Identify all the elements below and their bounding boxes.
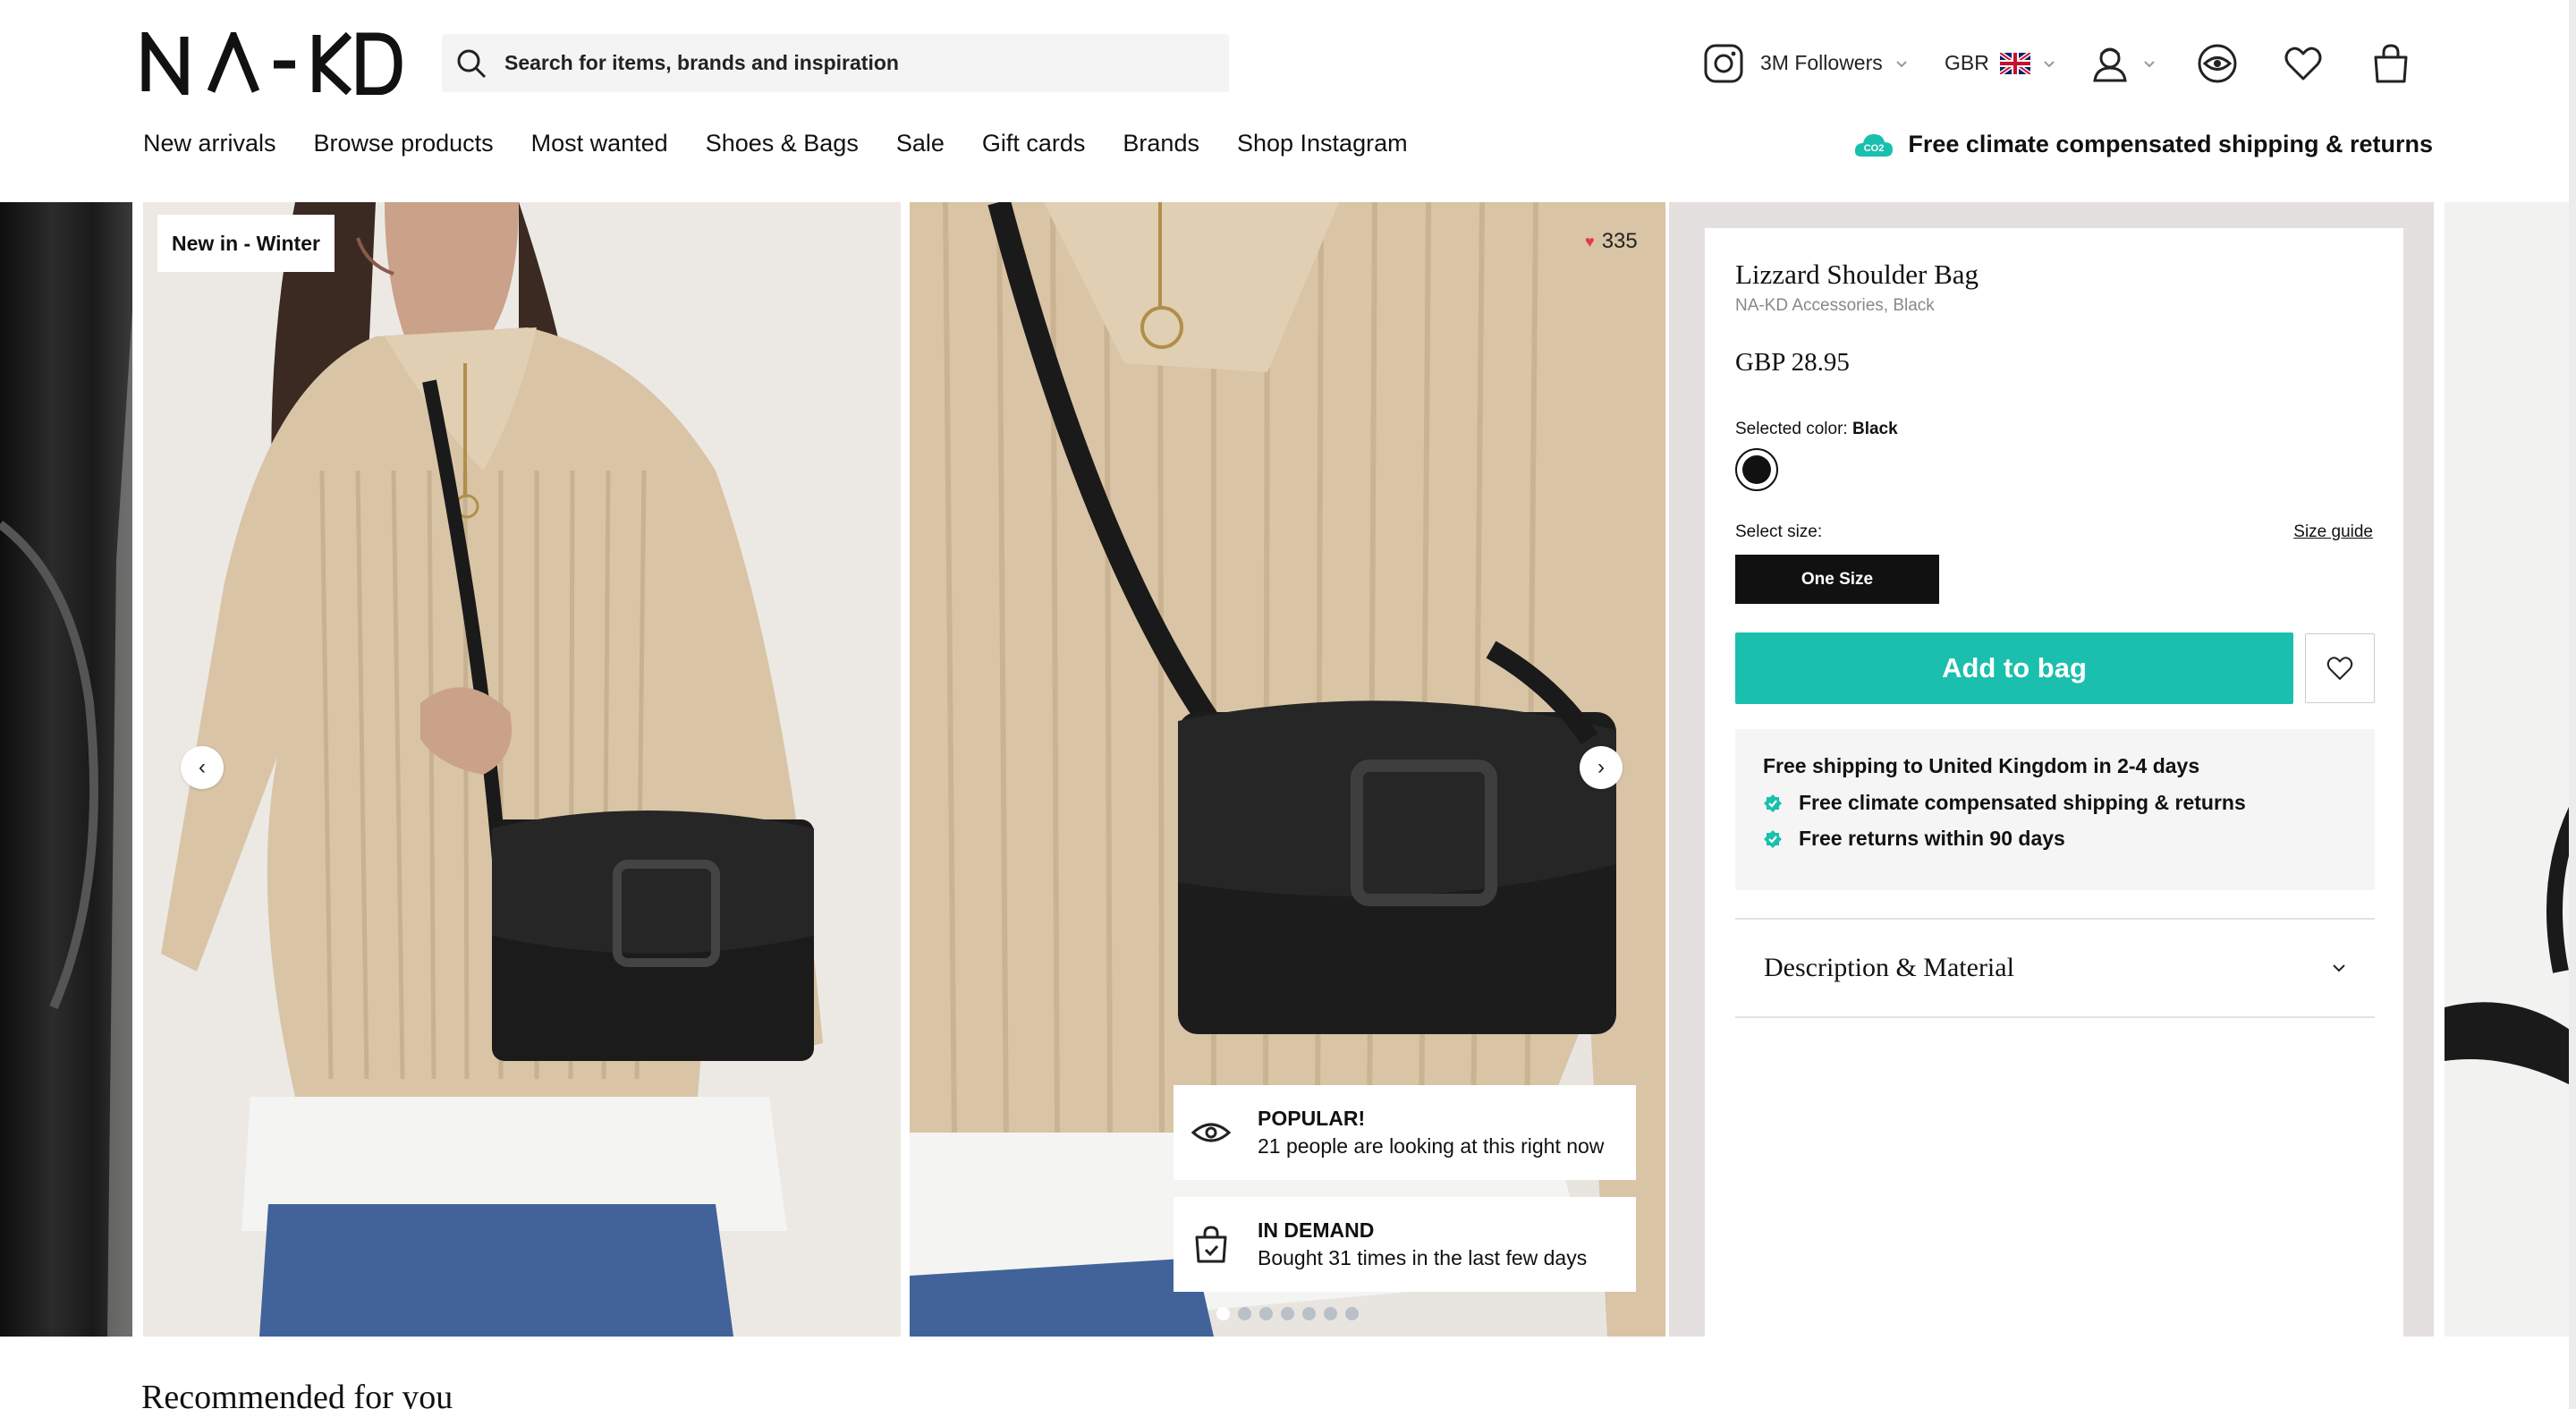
popular-text: 21 people are looking at this right now bbox=[1258, 1134, 1605, 1158]
chevron-left-icon: ‹ bbox=[199, 755, 206, 779]
in-demand-title: IN DEMAND bbox=[1258, 1218, 1375, 1242]
heart-icon: ♥ bbox=[1585, 232, 1595, 250]
nav-item-most-wanted[interactable]: Most wanted bbox=[531, 130, 668, 157]
pagination-dot[interactable] bbox=[1238, 1307, 1251, 1320]
chevron-down-icon bbox=[1896, 60, 1907, 67]
bag-button[interactable] bbox=[2370, 34, 2411, 92]
prev-slide-peek bbox=[0, 202, 132, 1337]
search-input[interactable]: Search for items, brands and inspiration bbox=[504, 51, 899, 75]
add-to-wishlist-button[interactable] bbox=[2305, 633, 2375, 703]
new-in-badge: New in - Winter bbox=[157, 215, 335, 272]
chevron-down-icon bbox=[2044, 60, 2055, 67]
nav-item-shoes-bags[interactable]: Shoes & Bags bbox=[706, 130, 859, 157]
gallery-next-button[interactable]: › bbox=[1580, 746, 1623, 789]
product-brand[interactable]: NA-KD Accessories, Black bbox=[1735, 296, 1935, 316]
chevron-down-icon bbox=[2144, 60, 2155, 67]
likes-count: 335 bbox=[1601, 229, 1638, 253]
co2-cloud-icon: CO2 bbox=[1855, 133, 1894, 157]
add-to-bag-button[interactable]: Add to bag bbox=[1735, 632, 2293, 704]
gallery-prev-button[interactable]: ‹ bbox=[181, 746, 224, 789]
perk-text: Free climate compensated shipping & retu… bbox=[1799, 791, 2246, 814]
eye-icon bbox=[1191, 1123, 1231, 1142]
check-badge-icon bbox=[1764, 829, 1782, 848]
size-option-one-size[interactable]: One Size bbox=[1735, 555, 1939, 604]
pagination-dot[interactable] bbox=[1324, 1307, 1337, 1320]
likes-counter[interactable]: ♥ 335 bbox=[1585, 229, 1638, 254]
shipping-headline: Free shipping to United Kingdom in 2-4 d… bbox=[1763, 754, 2200, 777]
site-logo[interactable] bbox=[141, 32, 402, 95]
account-menu[interactable] bbox=[2089, 34, 2156, 92]
bag-icon bbox=[2374, 43, 2408, 82]
color-swatch-black[interactable] bbox=[1735, 448, 1778, 491]
pagination-dot[interactable] bbox=[1302, 1307, 1316, 1320]
pagination-dot[interactable] bbox=[1281, 1307, 1294, 1320]
gallery-pagination bbox=[1216, 1307, 1359, 1320]
product-name: Lizzard Shoulder Bag bbox=[1735, 259, 1979, 290]
pagination-dot[interactable] bbox=[1216, 1307, 1230, 1320]
main-nav: New arrivals Browse products Most wanted… bbox=[143, 130, 1445, 157]
uk-flag-icon bbox=[1999, 52, 2030, 74]
shopping-bag-check-icon bbox=[1195, 1226, 1227, 1263]
recently-viewed-button[interactable] bbox=[2197, 34, 2238, 92]
recommended-heading: Recommended for you bbox=[141, 1379, 453, 1409]
recently-viewed-icon bbox=[2198, 44, 2237, 82]
co2-label: CO2 bbox=[1864, 143, 1885, 154]
search-bar[interactable]: Search for items, brands and inspiration bbox=[442, 34, 1229, 92]
popular-card: POPULAR! 21 people are looking at this r… bbox=[1174, 1085, 1636, 1180]
search-icon bbox=[457, 49, 487, 78]
selected-color: Selected color: Black bbox=[1735, 420, 1898, 439]
perk-item: Free returns within 90 days bbox=[1763, 827, 2347, 851]
nav-item-new-arrivals[interactable]: New arrivals bbox=[143, 130, 276, 157]
perk-item: Free climate compensated shipping & retu… bbox=[1763, 791, 2347, 815]
size-guide-link[interactable]: Size guide bbox=[2293, 522, 2373, 542]
selected-color-value: Black bbox=[1852, 420, 1898, 438]
product-details-panel: Lizzard Shoulder Bag NA-KD Accessories, … bbox=[1705, 228, 2403, 1337]
product-price: GBP 28.95 bbox=[1735, 348, 1850, 377]
nav-item-browse-products[interactable]: Browse products bbox=[314, 130, 494, 157]
instagram-icon bbox=[1704, 44, 1743, 82]
heart-outline-icon bbox=[2326, 657, 2353, 680]
next-slide-peek bbox=[2445, 202, 2576, 1337]
wishlist-icon bbox=[2284, 47, 2322, 80]
nav-item-sale[interactable]: Sale bbox=[896, 130, 945, 157]
pagination-dot[interactable] bbox=[1259, 1307, 1273, 1320]
pagination-dot[interactable] bbox=[1345, 1307, 1359, 1320]
nav-item-brands[interactable]: Brands bbox=[1123, 130, 1199, 157]
shipping-info-box: Free shipping to United Kingdom in 2-4 d… bbox=[1735, 729, 2375, 890]
popular-title: POPULAR! bbox=[1258, 1107, 1366, 1130]
wishlist-button[interactable] bbox=[2283, 34, 2324, 92]
site-header: Search for items, brands and inspiration… bbox=[0, 0, 2576, 202]
page-scrollbar[interactable] bbox=[2569, 0, 2576, 1409]
in-demand-card: IN DEMAND Bought 31 times in the last fe… bbox=[1174, 1197, 1636, 1292]
perk-text: Free returns within 90 days bbox=[1799, 827, 2065, 850]
chevron-down-icon bbox=[2333, 964, 2345, 972]
description-material-title: Description & Material bbox=[1764, 953, 2014, 982]
product-photo-1[interactable] bbox=[143, 202, 901, 1337]
in-demand-text: Bought 31 times in the last few days bbox=[1258, 1246, 1588, 1269]
chevron-right-icon: › bbox=[1597, 755, 1605, 779]
nav-item-shop-instagram[interactable]: Shop Instagram bbox=[1237, 130, 1408, 157]
selected-color-label: Selected color: bbox=[1735, 420, 1848, 438]
account-icon bbox=[2093, 47, 2127, 81]
description-material-accordion[interactable]: Description & Material bbox=[1735, 918, 2375, 1018]
check-badge-icon bbox=[1764, 794, 1782, 812]
shipping-banner[interactable]: CO2 Free climate compensated shipping & … bbox=[1854, 131, 2433, 158]
shipping-banner-text: Free climate compensated shipping & retu… bbox=[1908, 131, 2433, 157]
followers-count: 3M Followers bbox=[1760, 51, 1883, 74]
nav-item-gift-cards[interactable]: Gift cards bbox=[982, 130, 1086, 157]
country-code: GBR bbox=[1945, 51, 1989, 74]
select-size-label: Select size: bbox=[1735, 522, 1823, 541]
country-selector[interactable]: GBR bbox=[1945, 34, 2055, 92]
instagram-followers[interactable]: 3M Followers bbox=[1703, 34, 1908, 92]
